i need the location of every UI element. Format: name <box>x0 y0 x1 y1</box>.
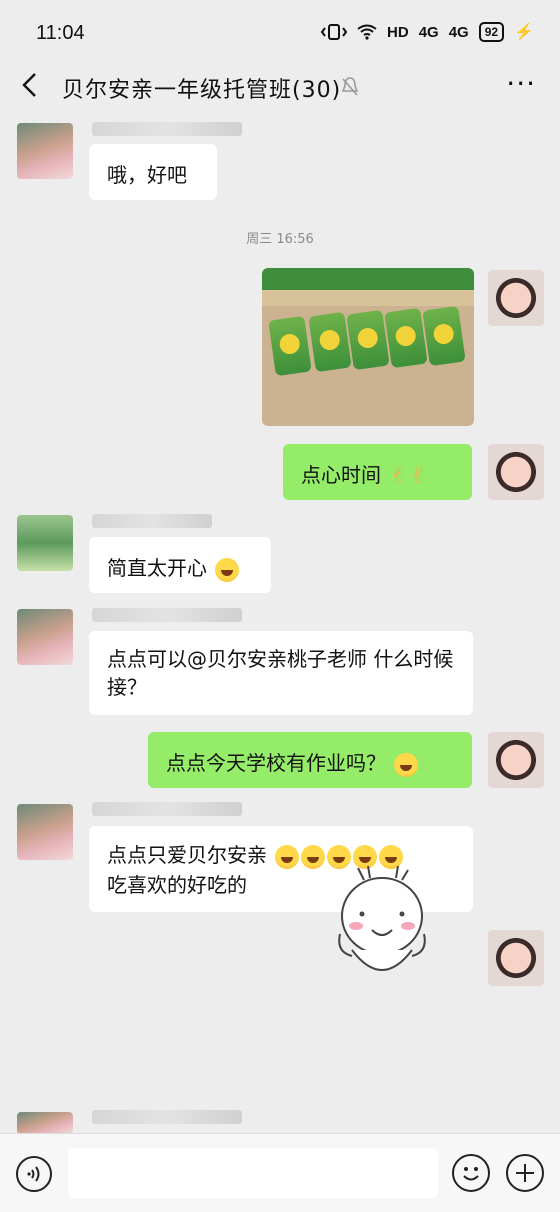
sender-name <box>92 608 242 622</box>
chat-title: 贝尔安亲一年级托管班(30) <box>62 78 342 103</box>
network-label: HD <box>387 23 409 41</box>
sticker-cute-character[interactable] <box>334 864 430 984</box>
battery-indicator: 92 <box>478 22 505 42</box>
photo-content-snack <box>268 315 312 377</box>
status-time: 11:04 <box>36 22 85 44</box>
message-text: 点心时间 <box>301 463 381 487</box>
plus-icon <box>516 1164 534 1182</box>
message-text-line-2: 吃喜欢的好吃的 <box>107 873 247 897</box>
message-text: 哦，好吧 <box>107 163 187 187</box>
voice-icon <box>27 1166 40 1182</box>
grin-emoji-icon <box>215 557 240 582</box>
back-arrow-icon[interactable] <box>18 70 42 100</box>
status-bar: 11:04 HD 4G 4G 92 ⚡ <box>0 0 560 64</box>
avatar[interactable] <box>17 515 73 571</box>
charging-icon: ⚡ <box>514 24 534 41</box>
photo-content-snack <box>346 309 390 371</box>
my-avatar[interactable] <box>488 732 544 788</box>
sender-name <box>92 514 212 528</box>
message-bubble[interactable]: 简直太开心 <box>89 537 271 593</box>
photo-content-snack <box>422 305 466 367</box>
avatar[interactable] <box>17 1112 73 1134</box>
chat-messages: 哦，好吧 周三 16:56 点心时间 ✌✌ 简直太开心 点点可以@贝尔安亲桃子老… <box>0 112 560 1134</box>
my-avatar[interactable] <box>488 444 544 500</box>
more-functions-button[interactable] <box>506 1154 544 1192</box>
mute-notification-icon <box>342 77 358 96</box>
vibrate-icon <box>321 24 348 40</box>
more-options-icon[interactable]: ··· <box>506 70 536 98</box>
sender-name <box>92 1110 242 1124</box>
message-text: 点点可以@贝尔安亲桃子老师 什么时候接？ <box>107 647 454 699</box>
message-timestamp: 周三 16:56 <box>246 232 314 247</box>
message-bubble[interactable]: 哦，好吧 <box>89 144 217 200</box>
signal-2: 4G <box>448 23 469 41</box>
emoji-button[interactable] <box>452 1154 490 1192</box>
my-avatar[interactable] <box>488 270 544 326</box>
wink-tongue-emoji-icon <box>394 752 419 777</box>
chat-header: 贝尔安亲一年级托管班(30) ··· <box>0 60 560 112</box>
victory-hand-icon: ✌ <box>389 463 408 489</box>
voice-input-button[interactable] <box>16 1156 52 1192</box>
grin-emoji-icon <box>301 844 326 869</box>
sender-name <box>92 802 242 816</box>
avatar[interactable] <box>17 123 73 179</box>
signal-1: 4G <box>418 23 439 41</box>
avatar[interactable] <box>17 804 73 860</box>
message-text: 简直太开心 <box>107 556 207 580</box>
victory-hand-icon: ✌ <box>409 463 429 489</box>
grin-emoji-icon <box>275 844 300 869</box>
status-icons: HD 4G 4G 92 ⚡ <box>321 22 534 42</box>
wifi-icon <box>357 24 377 40</box>
message-bubble[interactable]: 点点今天学校有作业吗？ <box>148 732 472 788</box>
photo-content-snack <box>308 311 352 373</box>
input-bar <box>0 1133 560 1212</box>
message-bubble[interactable]: 点点可以@贝尔安亲桃子老师 什么时候接？ <box>89 631 473 715</box>
message-text: 点点今天学校有作业吗？ <box>166 751 386 775</box>
my-avatar[interactable] <box>488 930 544 986</box>
message-input[interactable] <box>68 1148 438 1198</box>
message-text-line-1: 点点只爱贝尔安亲 <box>107 843 267 867</box>
photo-message[interactable] <box>262 268 474 426</box>
message-bubble[interactable]: 点心时间 ✌✌ <box>283 444 472 500</box>
avatar[interactable] <box>17 609 73 665</box>
sender-name <box>92 122 242 136</box>
photo-content-snack <box>384 307 428 369</box>
smiley-icon <box>463 1167 479 1181</box>
